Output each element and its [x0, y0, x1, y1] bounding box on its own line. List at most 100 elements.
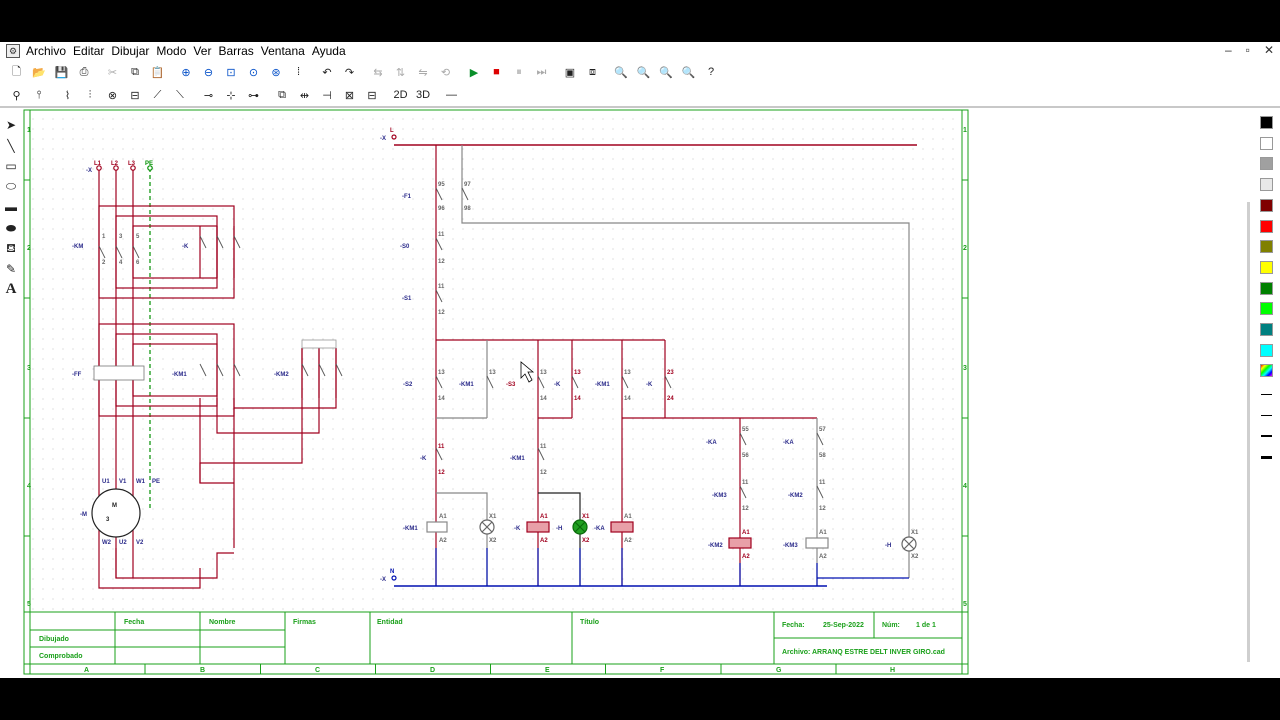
drawing-tools-bar: ➤ ╲ ▭ ⬭ ▬ ⬬ ⛾ ✎ A	[0, 108, 22, 678]
step-icon[interactable]: ⏭	[533, 64, 550, 81]
color-swatch[interactable]	[1260, 136, 1273, 150]
restore-button[interactable]: ▫	[1246, 43, 1250, 57]
line-width-option[interactable]	[1261, 435, 1272, 437]
fill-bucket-icon[interactable]: ⛾	[2, 240, 20, 258]
zoom-all-icon[interactable]: ⊛	[268, 64, 285, 81]
redo-icon[interactable]: ↷	[341, 64, 358, 81]
vertical-scrollbar[interactable]	[1247, 202, 1250, 662]
app-icon[interactable]: ⚙	[6, 44, 20, 58]
cross-icon[interactable]: ⊹	[223, 87, 240, 104]
filled-rect-icon[interactable]: ▬	[2, 198, 20, 216]
cut-icon[interactable]: ✂	[104, 64, 121, 81]
mirror-h-icon[interactable]: ⇆	[370, 64, 387, 81]
color-swatch[interactable]	[1260, 364, 1273, 378]
three-d-icon[interactable]: 3D	[415, 87, 432, 104]
select-arrow-icon[interactable]: ➤	[2, 116, 20, 134]
color-swatch[interactable]	[1260, 178, 1273, 192]
label-l2: L2	[111, 161, 119, 167]
line-width-option[interactable]	[1261, 414, 1272, 416]
paste-icon[interactable]: 📋	[149, 64, 166, 81]
tool-b-icon[interactable]: ⇹	[296, 87, 313, 104]
pause-icon[interactable]: ⏸	[511, 64, 528, 81]
screen2-icon[interactable]: ⧈	[584, 64, 601, 81]
flip-icon[interactable]: ⇋	[415, 64, 432, 81]
wire-icon[interactable]: ⌇	[59, 87, 76, 104]
label-x-n: -X	[380, 577, 386, 583]
help-icon[interactable]: ?	[703, 64, 720, 81]
battery-icon[interactable]: ⊟	[127, 87, 144, 104]
multi-wire-icon[interactable]: ⫶	[82, 87, 99, 104]
ellipse-icon[interactable]: ⬭	[2, 178, 20, 196]
copy-icon[interactable]: ⧉	[127, 64, 144, 81]
menu-barras[interactable]: Barras	[218, 44, 260, 58]
zoom-out-icon[interactable]: ⊖	[200, 64, 217, 81]
probe-icon[interactable]: ⚲	[8, 87, 25, 104]
zoom-window-icon[interactable]: ⊡	[223, 64, 240, 81]
pin-icon[interactable]: ⫯	[31, 87, 48, 104]
menu-ver[interactable]: Ver	[193, 44, 218, 58]
column-label-G: G	[776, 667, 782, 674]
grid-icon[interactable]: ⁞	[290, 64, 307, 81]
zoom-fit-icon[interactable]: ⊙	[245, 64, 262, 81]
line-width-option[interactable]	[1261, 394, 1272, 395]
menu-dibujar[interactable]: Dibujar	[111, 44, 156, 58]
line-tool-icon[interactable]: —	[443, 87, 460, 104]
tool-d-icon[interactable]: ⊠	[341, 87, 358, 104]
open-icon[interactable]: 📂	[31, 64, 48, 81]
color-swatch[interactable]	[1260, 157, 1273, 171]
node-icon[interactable]: ⊸	[200, 87, 217, 104]
text-icon[interactable]: A	[2, 281, 20, 299]
color-swatch[interactable]	[1260, 343, 1273, 357]
label-pe-motor: PE	[152, 479, 160, 485]
schematic-sheet[interactable]: 1 12 23 34 45 5A B C D E F G H L1 L2 L3 …	[22, 108, 970, 678]
zoom-in-icon[interactable]: ⊕	[178, 64, 195, 81]
filled-ellipse-icon[interactable]: ⬬	[2, 219, 20, 237]
coil-icon[interactable]: ⊗	[104, 87, 121, 104]
print-icon[interactable]: ⎙	[76, 64, 93, 81]
zoom-plus-icon[interactable]: 🔍	[613, 64, 630, 81]
menu-editar[interactable]: Editar	[73, 44, 111, 58]
junction-icon[interactable]: ⊶	[245, 87, 262, 104]
color-swatch[interactable]	[1260, 240, 1273, 254]
column-label-B: B	[200, 667, 205, 674]
zoom-minus-icon[interactable]: 🔍	[635, 64, 652, 81]
color-swatch[interactable]	[1260, 260, 1273, 274]
minimize-button[interactable]: –	[1225, 43, 1232, 57]
color-swatch[interactable]	[1260, 281, 1273, 295]
close-button[interactable]: ✕	[1264, 43, 1274, 57]
zoom-page-icon[interactable]: 🔍	[658, 64, 675, 81]
stop-icon[interactable]: ■	[488, 64, 505, 81]
menu-archivo[interactable]: Archivo	[26, 44, 73, 58]
color-swatch[interactable]	[1260, 116, 1273, 129]
line-icon[interactable]: ╲	[2, 137, 20, 155]
zoom-prev-icon[interactable]: 🔍	[680, 64, 697, 81]
label-k-aux2: -K	[646, 382, 653, 388]
tool-c-icon[interactable]: ⊣	[319, 87, 336, 104]
menu-modo[interactable]: Modo	[156, 44, 193, 58]
eyedropper-icon[interactable]: ✎	[2, 260, 20, 278]
color-swatch[interactable]	[1260, 198, 1273, 212]
switch-no-icon[interactable]: ⟋	[149, 87, 166, 104]
rotate-icon[interactable]: ⟲	[437, 64, 454, 81]
menu-ventana[interactable]: Ventana	[261, 44, 312, 58]
label-13b: 13	[489, 370, 496, 376]
mirror-v-icon[interactable]: ⇅	[392, 64, 409, 81]
tool-e-icon[interactable]: ⊟	[364, 87, 381, 104]
line-width-option[interactable]	[1261, 455, 1272, 459]
color-swatch[interactable]	[1260, 323, 1273, 336]
new-icon[interactable]: 🗋	[8, 64, 25, 81]
two-d-icon[interactable]: 2D	[392, 87, 409, 104]
label-km3-nc: -KM3	[712, 493, 727, 499]
run-icon[interactable]: ▶	[466, 64, 483, 81]
color-swatch[interactable]	[1260, 219, 1273, 233]
save-icon[interactable]: 💾	[53, 64, 70, 81]
menu-ayuda[interactable]: Ayuda	[312, 44, 353, 58]
label-12km1: 12	[540, 470, 547, 476]
color-swatch[interactable]	[1260, 302, 1273, 316]
screen-icon[interactable]: ▣	[562, 64, 579, 81]
undo-icon[interactable]: ↶	[319, 64, 336, 81]
tool-a-icon[interactable]: ⧉	[274, 87, 291, 104]
switch-nc-icon[interactable]: ⟍	[172, 87, 189, 104]
rectangle-icon[interactable]: ▭	[2, 157, 20, 175]
label-k-power: -K	[182, 244, 189, 250]
